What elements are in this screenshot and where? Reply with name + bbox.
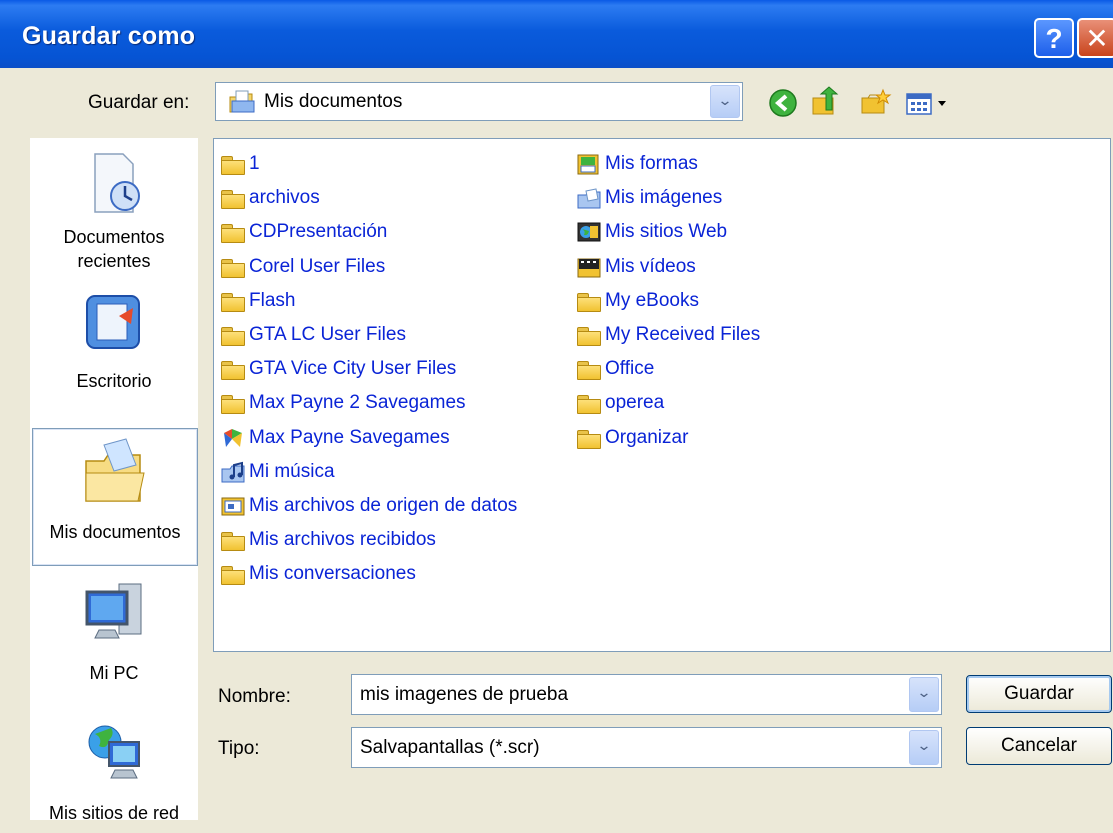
save-button[interactable]: Guardar	[966, 675, 1112, 713]
my-documents-small-icon	[229, 90, 255, 113]
file-name-input[interactable]: mis imagenes de prueba ⌄	[351, 674, 942, 715]
file-list[interactable]: 1 archivos CDPresentación Corel User Fil…	[213, 138, 1111, 652]
list-item[interactable]: Flash	[220, 284, 517, 318]
network-places-icon	[88, 725, 140, 779]
folder-icon	[220, 290, 246, 312]
list-item[interactable]: Mis archivos recibidos	[220, 523, 517, 557]
folder-icon	[220, 221, 246, 244]
list-item[interactable]: Mis imágenes	[576, 181, 760, 215]
new-folder-icon[interactable]	[858, 86, 892, 120]
folder-icon	[220, 187, 246, 210]
my-computer-icon	[85, 583, 142, 639]
help-button[interactable]: ?	[1034, 18, 1074, 58]
data-sources-icon	[221, 497, 245, 516]
folder-icon	[220, 563, 246, 586]
place-network-places[interactable]: Mis sitios de red	[32, 716, 196, 823]
list-item[interactable]: Mis vídeos	[576, 250, 760, 284]
list-item[interactable]: Corel User Files	[220, 250, 517, 284]
list-item[interactable]: Mis sitios Web	[576, 215, 760, 249]
folder-icon	[220, 529, 246, 552]
my-videos-icon	[577, 258, 601, 278]
list-item[interactable]: archivos	[220, 181, 517, 215]
folder-icon	[220, 392, 246, 415]
place-label: Escritorio	[76, 371, 152, 391]
window-title: Guardar como	[22, 22, 196, 50]
shapes-folder-icon	[577, 154, 599, 175]
list-item[interactable]: 1	[220, 147, 517, 181]
save-in-label: Guardar en:	[88, 92, 190, 113]
close-button[interactable]: ✕	[1077, 18, 1113, 58]
folder-icon	[576, 290, 602, 312]
folder-icon	[220, 324, 246, 347]
my-documents-icon	[85, 438, 145, 502]
folder-icon	[576, 358, 602, 381]
save-in-value: Mis documentos	[264, 91, 403, 112]
place-label: Documentos	[63, 227, 165, 247]
file-name-label: Nombre:	[218, 686, 291, 707]
list-item[interactable]: Max Payne 2 Savegames	[220, 386, 517, 420]
list-item[interactable]: My eBooks	[576, 284, 760, 318]
place-recent-documents[interactable]: Documentos recientes	[32, 150, 196, 280]
folder-icon	[220, 358, 246, 381]
folder-icon	[576, 392, 602, 415]
place-label: Mis documentos	[49, 522, 181, 542]
my-pictures-icon	[577, 188, 601, 209]
folder-icon	[576, 427, 602, 449]
view-menu-icon[interactable]	[904, 86, 954, 120]
save-as-dialog: Guardar como ? ✕ Guardar en: Mis documen…	[0, 0, 1113, 833]
recent-documents-icon	[94, 153, 140, 213]
my-music-icon	[221, 461, 245, 483]
list-item[interactable]: Mis conversaciones	[220, 557, 517, 591]
place-my-documents[interactable]: Mis documentos	[32, 428, 198, 566]
place-desktop[interactable]: Escritorio	[32, 288, 196, 398]
place-label: Mis sitios de red	[48, 803, 180, 823]
places-bar: Documentos recientes Escritorio Mis docu…	[30, 138, 198, 823]
place-my-computer[interactable]: Mi PC	[32, 578, 196, 688]
file-column-1: 1 archivos CDPresentación Corel User Fil…	[220, 147, 517, 591]
place-label-line2: recientes	[77, 251, 151, 271]
cancel-button[interactable]: Cancelar	[966, 727, 1112, 765]
file-type-dropdown-arrow[interactable]: ⌄	[909, 730, 939, 765]
list-item[interactable]: Max Payne Savegames	[220, 421, 517, 455]
up-folder-icon[interactable]	[808, 86, 842, 120]
save-in-dropdown-arrow[interactable]: ⌄	[710, 85, 740, 118]
list-item[interactable]: operea	[576, 386, 760, 420]
back-icon[interactable]	[766, 86, 800, 120]
title-bar[interactable]: Guardar como ? ✕	[0, 0, 1113, 68]
place-label: Mi PC	[89, 663, 139, 683]
file-name-value: mis imagenes de prueba	[360, 684, 569, 705]
folder-icon	[220, 256, 246, 278]
file-type-select[interactable]: Salvapantallas (*.scr) ⌄	[351, 727, 942, 768]
folder-icon	[576, 324, 602, 347]
file-type-value: Salvapantallas (*.scr)	[360, 737, 540, 758]
max-payne-icon	[224, 428, 242, 447]
file-column-2: Mis formas Mis imágenes Mis sitios Web M…	[576, 147, 760, 455]
list-item[interactable]: CDPresentación	[220, 215, 517, 249]
file-type-label: Tipo:	[218, 738, 260, 759]
folder-icon	[220, 153, 246, 176]
save-in-combo[interactable]: Mis documentos ⌄	[215, 82, 743, 121]
list-item[interactable]: GTA LC User Files	[220, 318, 517, 352]
list-item[interactable]: Mis archivos de origen de datos	[220, 489, 517, 523]
list-item[interactable]: Office	[576, 352, 760, 386]
websites-folder-icon	[577, 222, 601, 242]
list-item[interactable]: GTA Vice City User Files	[220, 352, 517, 386]
file-name-dropdown-arrow[interactable]: ⌄	[909, 677, 939, 712]
desktop-icon	[86, 295, 140, 349]
list-item[interactable]: My Received Files	[576, 318, 760, 352]
list-item[interactable]: Organizar	[576, 421, 760, 455]
list-item[interactable]: Mis formas	[576, 147, 760, 181]
list-item[interactable]: Mi música	[220, 455, 517, 489]
